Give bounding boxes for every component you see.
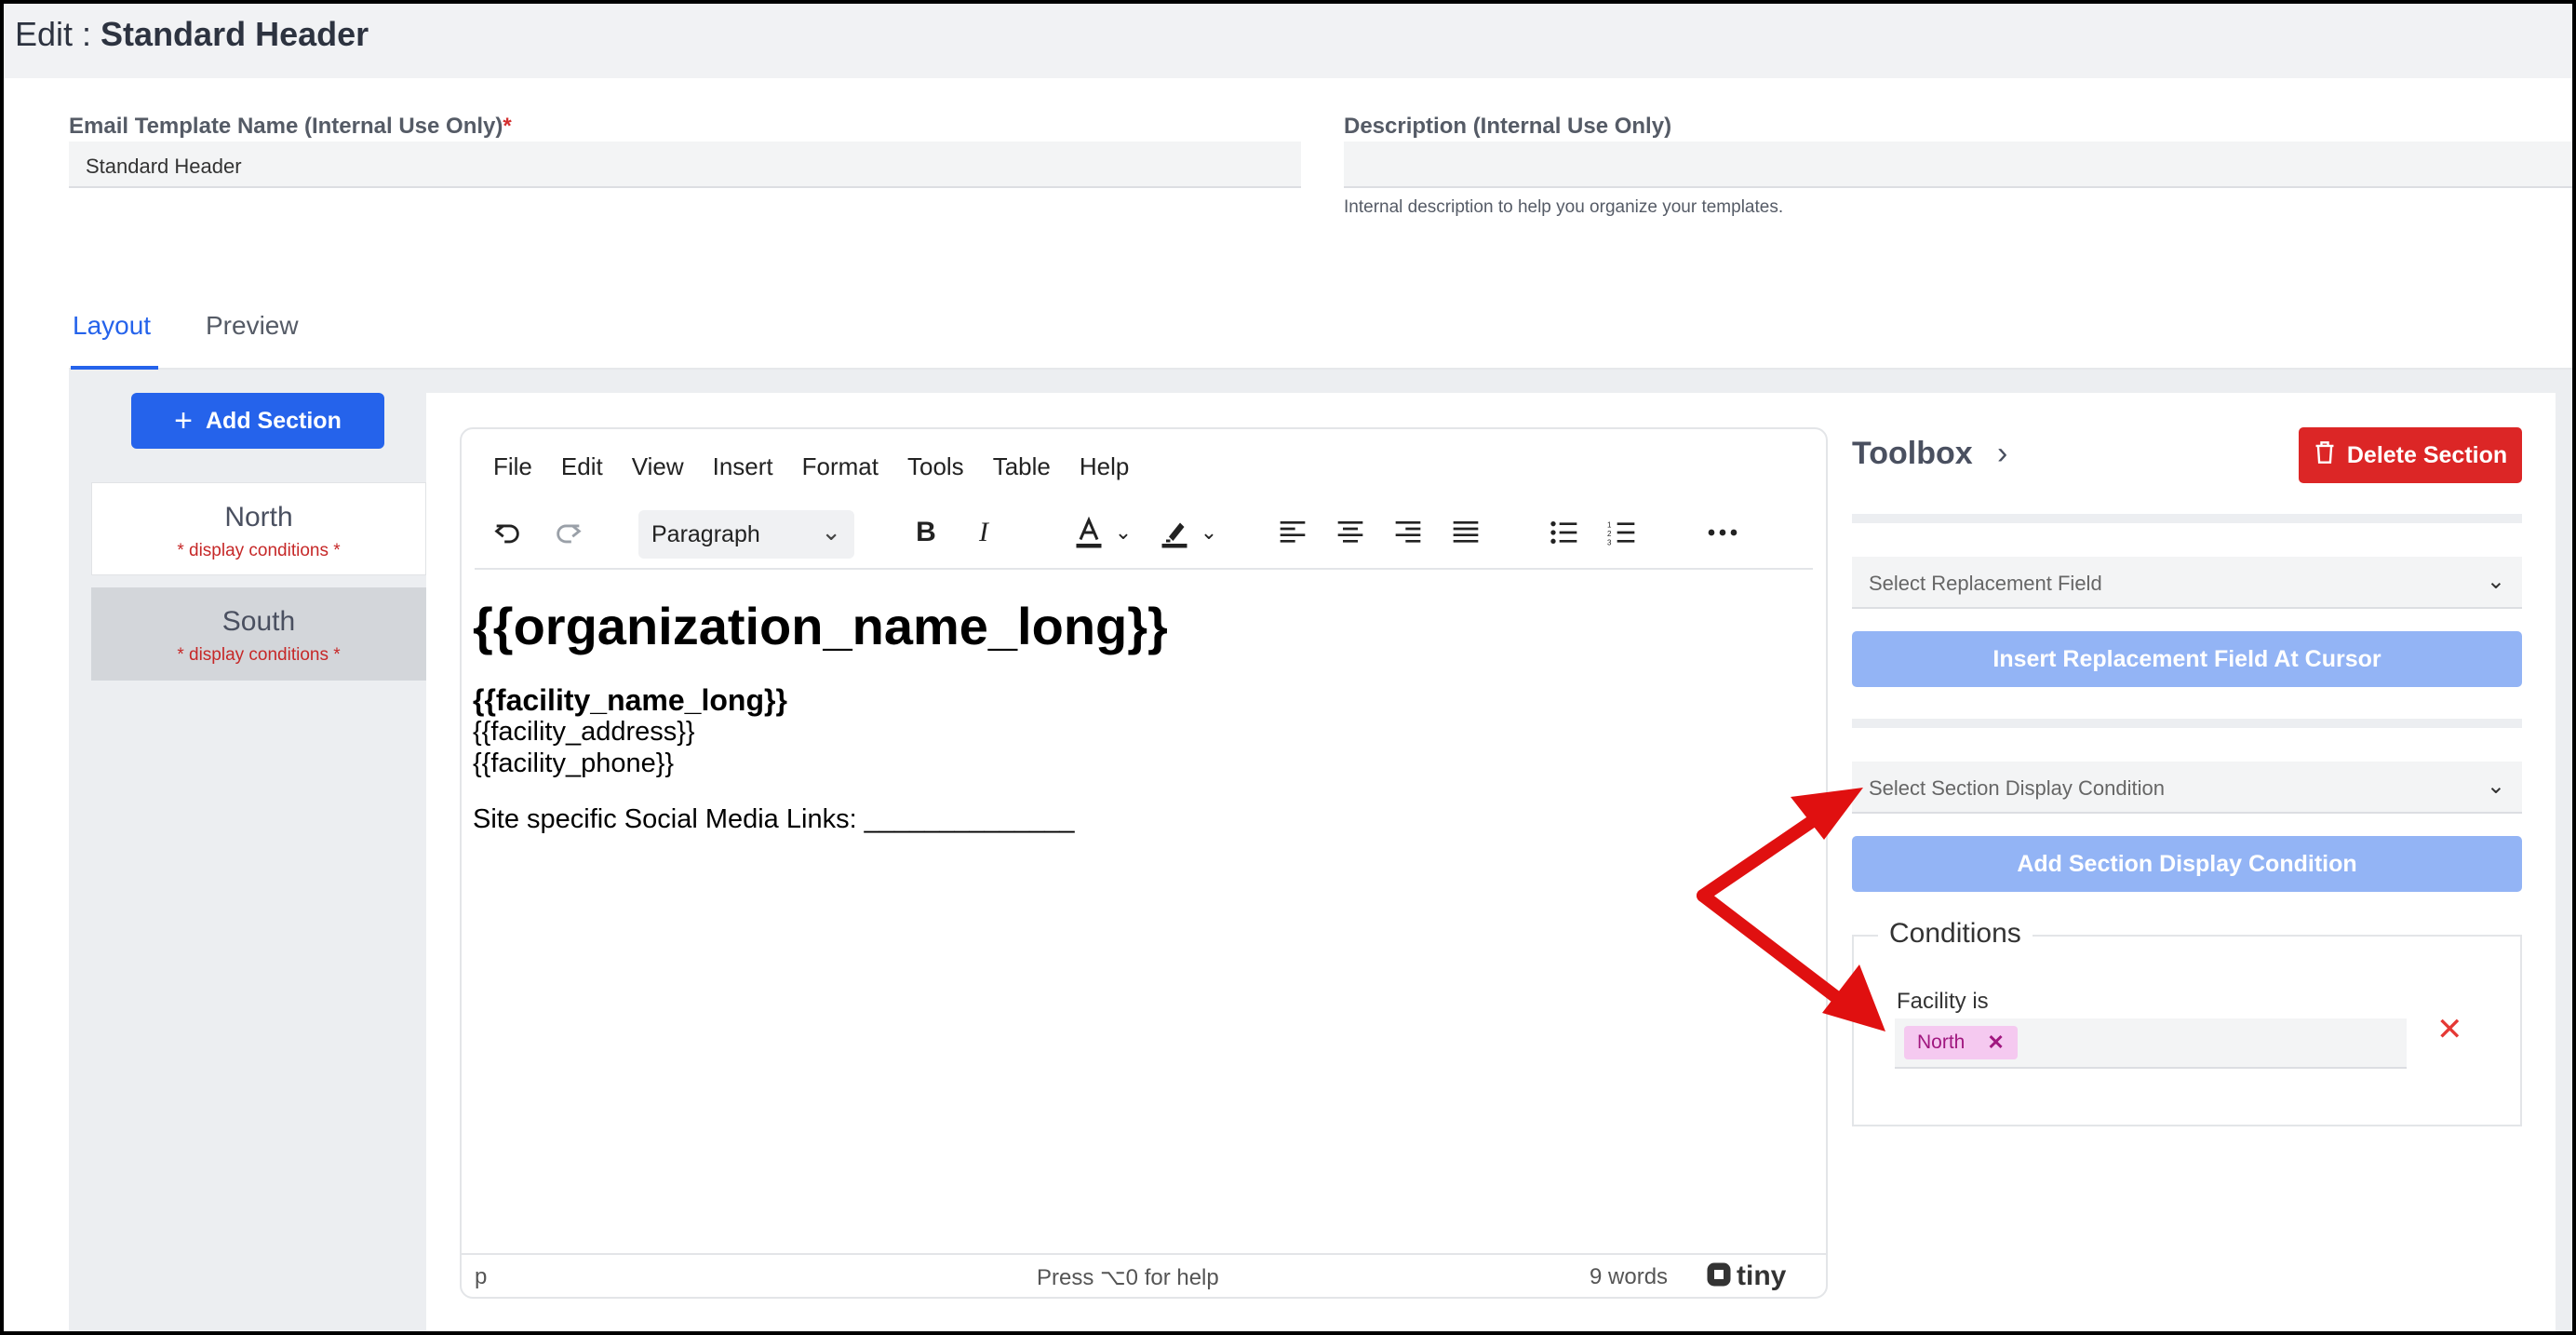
tiny-logo[interactable]: tiny: [1705, 1261, 1786, 1292]
redo-icon[interactable]: [545, 508, 592, 557]
toolbar-divider: [475, 568, 1813, 570]
block-format-select[interactable]: Paragraph ⌄: [638, 510, 854, 559]
toolbox-title: Toolbox: [1852, 436, 1973, 471]
chip-label: North: [1917, 1032, 1966, 1053]
undo-icon[interactable]: [484, 508, 530, 557]
block-format-value: Paragraph: [651, 521, 760, 547]
text-color-dropdown-icon[interactable]: ⌄: [1109, 508, 1137, 557]
content-heading: {{organization_name_long}}: [473, 597, 1168, 655]
conditions-title: Conditions: [1878, 918, 2033, 950]
display-condition-placeholder: Select Section Display Condition: [1869, 776, 2165, 800]
description-input[interactable]: [1344, 142, 2576, 188]
text-color-icon[interactable]: [1061, 508, 1117, 557]
menu-help[interactable]: Help: [1080, 452, 1129, 481]
bullet-list-icon[interactable]: [1541, 508, 1588, 557]
highlight-dropdown-icon[interactable]: ⌄: [1195, 508, 1223, 557]
replacement-field-placeholder: Select Replacement Field: [1869, 572, 2102, 595]
plus-icon: +: [174, 403, 193, 438]
svg-text:3: 3: [1607, 538, 1612, 546]
required-mark: *: [503, 114, 512, 139]
svg-text:2: 2: [1607, 530, 1612, 538]
align-left-icon[interactable]: [1269, 508, 1316, 557]
page-title-prefix: Edit :: [15, 15, 101, 53]
delete-section-button[interactable]: Delete Section: [2299, 427, 2522, 483]
trash-icon: [2314, 440, 2336, 471]
display-condition-select[interactable]: Select Section Display Condition ⌄: [1852, 762, 2522, 814]
toolbox-separator: [1852, 719, 2522, 728]
section-name: South: [221, 606, 296, 637]
element-path[interactable]: p: [475, 1264, 487, 1290]
tab-preview[interactable]: Preview: [206, 311, 299, 341]
content-facility-address: {{facility_address}}: [473, 717, 695, 747]
chevron-down-icon: ⌄: [2486, 774, 2505, 799]
editor-menubar: File Edit View Insert Format Tools Table…: [493, 452, 1158, 481]
chevron-down-icon: ⌄: [821, 518, 841, 546]
menu-view[interactable]: View: [632, 452, 684, 481]
word-count[interactable]: 9 words: [1590, 1264, 1668, 1290]
toolbox-separator: [1852, 514, 2522, 523]
condition-chip-north: North ✕: [1904, 1026, 2018, 1059]
menu-table[interactable]: Table: [993, 452, 1051, 481]
menu-file[interactable]: File: [493, 452, 532, 481]
content-facility-phone: {{facility_phone}}: [473, 748, 675, 778]
menu-tools[interactable]: Tools: [907, 452, 964, 481]
section-name: North: [224, 502, 293, 533]
section-condition-note: * display conditions *: [177, 541, 341, 560]
template-title: Standard Header: [101, 15, 369, 53]
template-name-label: Email Template Name (Internal Use Only)*: [69, 114, 512, 139]
add-section-button[interactable]: + Add Section: [131, 393, 384, 449]
section-item-north[interactable]: North * display conditions *: [91, 482, 426, 575]
chevron-right-icon[interactable]: ›: [1997, 436, 2007, 472]
condition-label: Facility is: [1897, 989, 1989, 1014]
tab-layout[interactable]: Layout: [73, 311, 151, 341]
replacement-field-select[interactable]: Select Replacement Field ⌄: [1852, 557, 2522, 609]
page-title: Edit : Standard Header: [15, 15, 369, 54]
menu-format[interactable]: Format: [802, 452, 879, 481]
description-label: Description (Internal Use Only): [1344, 114, 1672, 139]
numbered-list-icon[interactable]: 123: [1599, 508, 1645, 557]
insert-replacement-field-button[interactable]: Insert Replacement Field At Cursor: [1852, 631, 2522, 687]
help-hint: Press ⌥0 for help: [1037, 1265, 1219, 1290]
chevron-down-icon: ⌄: [2486, 569, 2505, 594]
delete-section-label: Delete Section: [2346, 441, 2508, 468]
highlight-color-icon[interactable]: [1147, 508, 1202, 557]
content-social-links: Site specific Social Media Links: ______…: [473, 804, 1075, 834]
align-right-icon[interactable]: [1385, 508, 1431, 557]
remove-condition-icon[interactable]: ✕: [2436, 1011, 2463, 1048]
description-hint: Internal description to help you organiz…: [1344, 197, 1784, 217]
menu-insert[interactable]: Insert: [713, 452, 773, 481]
add-display-condition-button[interactable]: Add Section Display Condition: [1852, 836, 2522, 892]
bold-icon[interactable]: B: [903, 508, 949, 557]
more-options-icon[interactable]: [1699, 508, 1746, 557]
page-header: Edit : Standard Header: [0, 0, 2576, 78]
italic-icon[interactable]: I: [960, 508, 1007, 557]
editor-content[interactable]: {{organization_name_long}} {{facility_na…: [473, 596, 1168, 835]
template-name-input[interactable]: Standard Header: [69, 142, 1301, 188]
editor-statusbar: p Press ⌥0 for help 9 words tiny: [462, 1253, 1826, 1298]
section-condition-note: * display conditions *: [177, 645, 341, 665]
content-facility-name: {{facility_name_long}}: [473, 683, 787, 717]
align-justify-icon[interactable]: [1442, 508, 1489, 557]
add-section-label: Add Section: [206, 407, 342, 434]
section-item-south[interactable]: South * display conditions *: [91, 587, 426, 681]
svg-text:1: 1: [1607, 521, 1612, 530]
menu-edit[interactable]: Edit: [561, 452, 603, 481]
align-center-icon[interactable]: [1327, 508, 1374, 557]
chip-remove-icon[interactable]: ✕: [1987, 1031, 2004, 1055]
